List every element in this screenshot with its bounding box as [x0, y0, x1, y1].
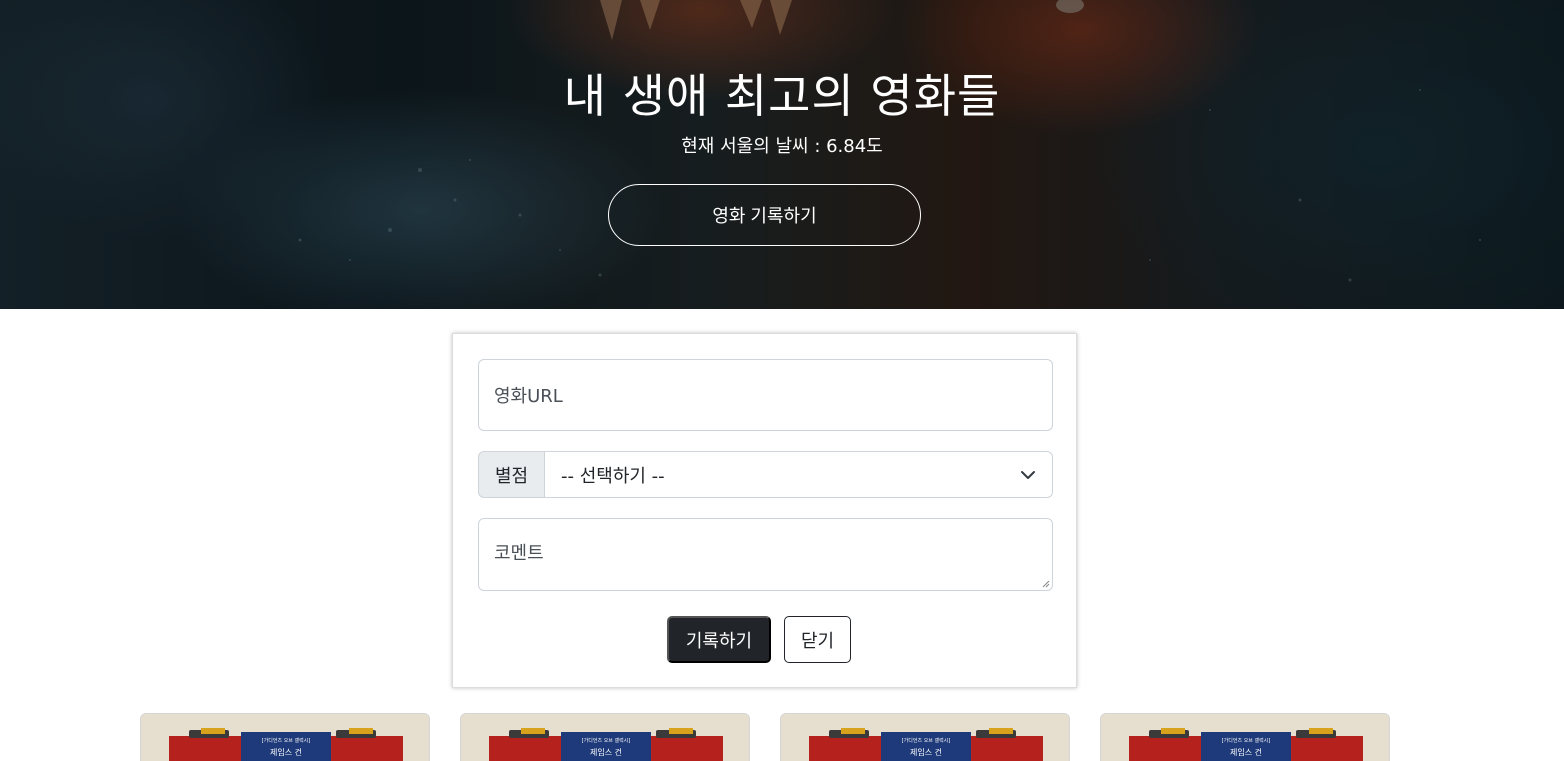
poster-caption: [가디언즈 오브 갤럭시] 제임스 건	[241, 732, 331, 761]
close-button[interactable]: 닫기	[784, 616, 851, 663]
poster-subtitle: [가디언즈 오브 갤럭시]	[901, 738, 951, 744]
resize-handle-icon[interactable]	[1040, 578, 1050, 588]
movie-card[interactable]: [가디언즈 오브 갤럭시] 제임스 건	[780, 713, 1070, 761]
rating-label: 별점	[478, 451, 545, 498]
poster-title: 제임스 건	[590, 748, 622, 757]
comment-placeholder: 코멘트	[494, 543, 544, 564]
poster-caption: [가디언즈 오브 갤럭시] 제임스 건	[1201, 732, 1291, 761]
comment-textarea[interactable]: 코멘트	[478, 518, 1053, 591]
poster-caption: [가디언즈 오브 갤럭시] 제임스 건	[561, 732, 651, 761]
movie-post-form: 영화URL 별점 -- 선택하기 -- 코멘트 기록하기 닫기	[452, 333, 1077, 688]
record-movie-button[interactable]: 영화 기록하기	[608, 184, 921, 246]
movie-url-placeholder: 영화URL	[494, 386, 563, 407]
poster-title: 제임스 건	[270, 748, 302, 757]
poster-title: 제임스 건	[910, 748, 942, 757]
rating-select[interactable]: -- 선택하기 --	[545, 451, 1053, 498]
poster-subtitle: [가디언즈 오브 갤럭시]	[581, 738, 631, 744]
movie-card[interactable]: [가디언즈 오브 갤럭시] 제임스 건	[1100, 713, 1390, 761]
form-actions: 기록하기 닫기	[453, 616, 1078, 663]
weather-text: 현재 서울의 날씨 : 6.84도	[681, 136, 883, 157]
hero-banner: 내 생애 최고의 영화들 현재 서울의 날씨 : 6.84도 영화 기록하기	[0, 0, 1564, 309]
rating-input-group: 별점 -- 선택하기 --	[478, 451, 1053, 498]
poster-subtitle: [가디언즈 오브 갤럭시]	[1221, 738, 1271, 744]
rating-selected-value: -- 선택하기 --	[561, 465, 665, 487]
page-title: 내 생애 최고의 영화들	[563, 69, 1001, 123]
movie-card[interactable]: [가디언즈 오브 갤럭시] 제임스 건	[460, 713, 750, 761]
chevron-down-icon	[1021, 470, 1035, 479]
poster-caption: [가디언즈 오브 갤럭시] 제임스 건	[881, 732, 971, 761]
movie-card[interactable]: [가디언즈 오브 갤럭시] 제임스 건	[140, 713, 430, 761]
poster-subtitle: [가디언즈 오브 갤럭시]	[261, 738, 311, 744]
poster-title: 제임스 건	[1230, 748, 1262, 757]
save-button[interactable]: 기록하기	[667, 616, 771, 663]
movie-url-input[interactable]: 영화URL	[478, 359, 1053, 431]
